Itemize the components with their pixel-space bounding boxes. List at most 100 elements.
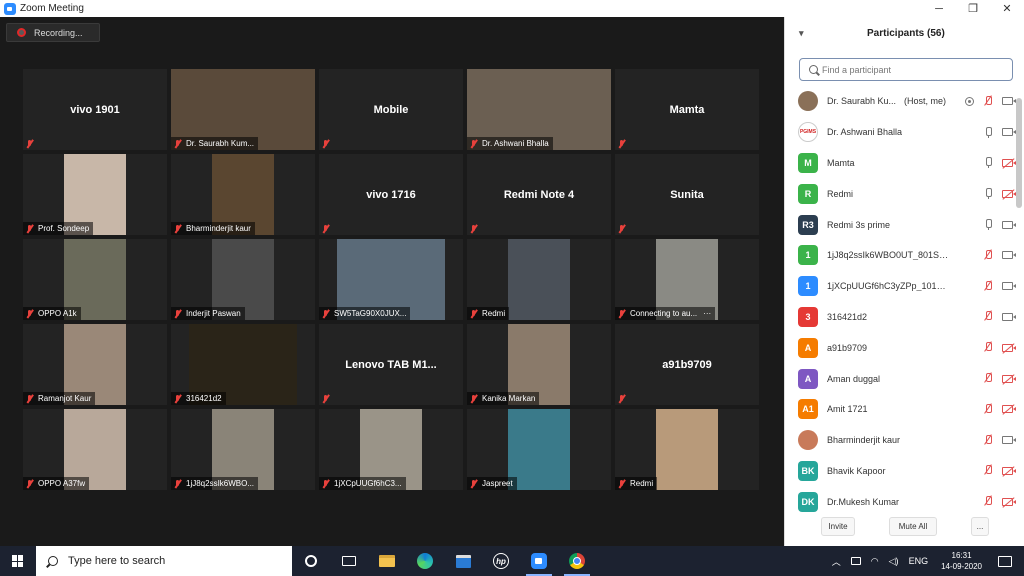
minimize-button[interactable]: ─ — [922, 0, 956, 17]
tile-display-name: vivo 1716 — [366, 188, 416, 201]
participant-row[interactable]: R3 Redmi 3s prime — [785, 209, 1017, 240]
hp-button[interactable]: hp — [482, 546, 520, 576]
video-tile[interactable]: Redmi — [615, 409, 759, 490]
invite-button[interactable]: Invite — [821, 517, 855, 536]
store-button[interactable] — [444, 546, 482, 576]
clock[interactable]: 16:31 14-09-2020 — [941, 550, 982, 572]
video-tile[interactable]: Dr. Ashwani Bhalla — [467, 69, 611, 150]
video-tile[interactable]: 1jJ8q2ssIk6WBO... — [171, 409, 315, 490]
video-tile[interactable]: Mamta — [615, 69, 759, 150]
notification-icon[interactable] — [998, 555, 1012, 567]
tile-name-label: OPPO A1k — [23, 307, 81, 320]
recording-indicator[interactable]: Recording... — [6, 23, 100, 42]
participant-row[interactable]: BK Bhavik Kapoor — [785, 456, 1017, 487]
tile-status-label — [23, 137, 42, 150]
participant-list-scrollbar[interactable] — [1016, 86, 1022, 526]
participant-row[interactable]: PGIMS Dr. Ashwani Bhalla — [785, 117, 1017, 148]
video-tile[interactable]: OPPO A1k — [23, 239, 167, 320]
video-tile[interactable]: 316421d2 — [171, 324, 315, 405]
scrollbar-thumb[interactable] — [1016, 98, 1022, 208]
video-tile[interactable]: Ramanjot Kaur — [23, 324, 167, 405]
mute-all-button[interactable]: Mute All — [889, 517, 937, 536]
close-button[interactable]: ✕ — [990, 0, 1024, 17]
tray-chevron-icon[interactable]: ︿ — [832, 555, 841, 568]
video-tile[interactable]: Sunita — [615, 154, 759, 235]
battery-icon[interactable] — [850, 557, 861, 565]
participant-status-icons — [983, 465, 1016, 476]
participant-search-input[interactable] — [822, 64, 1002, 75]
participant-row[interactable]: Aa91b9709 — [785, 332, 1017, 363]
mic-muted-icon[interactable] — [983, 311, 993, 322]
zoom-taskbar-button[interactable] — [520, 546, 558, 576]
video-tile[interactable]: Dr. Saurabh Kum... — [171, 69, 315, 150]
search-icon — [809, 65, 818, 74]
tile-name: Jaspreet — [482, 479, 513, 488]
participant-name: Redmi — [827, 189, 951, 199]
language-indicator[interactable]: ENG — [909, 556, 929, 566]
volume-icon[interactable]: ◁) — [889, 556, 899, 567]
participant-row[interactable]: A Aman duggal — [785, 363, 1017, 394]
video-tile[interactable]: Redmi Note 4 — [467, 154, 611, 235]
participant-name: 316421d2 — [827, 312, 951, 322]
participant-row[interactable]: A1 Amit 1721 — [785, 394, 1017, 425]
video-tile[interactable]: vivo 1901 — [23, 69, 167, 150]
mic-muted-icon — [470, 394, 477, 403]
participant-row[interactable]: 1 1jXCpUUGf6hC3yZPp_101SAAA... — [785, 271, 1017, 302]
participant-row[interactable]: Bharminderjit kaur — [785, 425, 1017, 456]
more-button[interactable]: ... — [971, 517, 989, 536]
participant-row[interactable]: 3 316421d2 — [785, 302, 1017, 333]
video-tile[interactable]: Prof. Sondeep — [23, 154, 167, 235]
video-tile[interactable]: Connecting to au... ··· — [615, 239, 759, 320]
participant-row[interactable]: M Mamta — [785, 148, 1017, 179]
participant-name: Bharminderjit kaur — [827, 435, 951, 445]
taskbar-search-box[interactable]: Type here to search — [36, 546, 292, 576]
start-button[interactable] — [0, 546, 36, 576]
restore-button[interactable]: ❐ — [956, 0, 990, 17]
participant-name-text: Mamta — [827, 157, 855, 168]
video-tile[interactable]: Mobile — [319, 69, 463, 150]
mic-muted-icon[interactable] — [983, 434, 993, 446]
edge-button[interactable] — [406, 546, 444, 576]
mic-muted-icon[interactable] — [983, 342, 993, 353]
mic-muted-icon[interactable] — [983, 280, 993, 292]
video-tile[interactable]: OPPO A37fw — [23, 409, 167, 490]
cortana-button[interactable] — [292, 546, 330, 576]
mic-muted-icon[interactable] — [983, 249, 993, 261]
mic-icon[interactable] — [983, 157, 993, 169]
video-tile[interactable]: vivo 1716 — [319, 154, 463, 235]
participant-search[interactable] — [799, 58, 1013, 81]
video-tile[interactable]: 1jXCpUUGf6hC3... — [319, 409, 463, 490]
file-explorer-button[interactable] — [368, 546, 406, 576]
participant-name: Mamta — [827, 158, 951, 168]
chrome-taskbar-button[interactable] — [558, 546, 596, 576]
collapse-chevron-icon[interactable]: ▾ — [799, 28, 804, 39]
participant-row[interactable]: Dr. Saurabh Ku... (Host, me) — [785, 86, 1017, 117]
video-tile[interactable]: a91b9709 — [615, 324, 759, 405]
mic-muted-icon[interactable] — [983, 95, 993, 107]
mic-muted-icon[interactable] — [983, 373, 993, 384]
windows-logo-icon — [12, 555, 24, 567]
task-view-button[interactable] — [330, 546, 368, 576]
mic-icon[interactable] — [983, 219, 993, 231]
participant-row[interactable]: DK Dr.Mukesh Kumar — [785, 486, 1017, 517]
participant-row[interactable]: R Redmi — [785, 178, 1017, 209]
video-tile[interactable]: Inderjit Paswan — [171, 239, 315, 320]
zoom-icon — [531, 553, 547, 569]
mic-icon[interactable] — [983, 126, 993, 138]
mic-muted-icon[interactable] — [983, 403, 993, 415]
network-icon[interactable]: ◠ — [871, 556, 879, 567]
mic-muted-icon[interactable] — [983, 496, 993, 507]
mic-muted-icon[interactable] — [983, 465, 993, 476]
mic-icon[interactable] — [983, 188, 993, 200]
participant-row[interactable]: 1 1jJ8q2ssIk6WBO0UT_801SwKgr... — [785, 240, 1017, 271]
video-tile[interactable]: Kanika Markan — [467, 324, 611, 405]
tile-name: Dr. Ashwani Bhalla — [482, 139, 549, 148]
tile-name-label: 1jJ8q2ssIk6WBO... — [171, 477, 259, 490]
video-tile[interactable]: Bharminderjit kaur — [171, 154, 315, 235]
camera-off-icon — [1002, 374, 1016, 383]
video-tile[interactable]: Jaspreet — [467, 409, 611, 490]
video-tile[interactable]: SW5TaG90X0JUX... — [319, 239, 463, 320]
participant-avatar: R3 — [798, 214, 818, 235]
video-tile[interactable]: Lenovo TAB M1... — [319, 324, 463, 405]
video-tile[interactable]: Redmi — [467, 239, 611, 320]
